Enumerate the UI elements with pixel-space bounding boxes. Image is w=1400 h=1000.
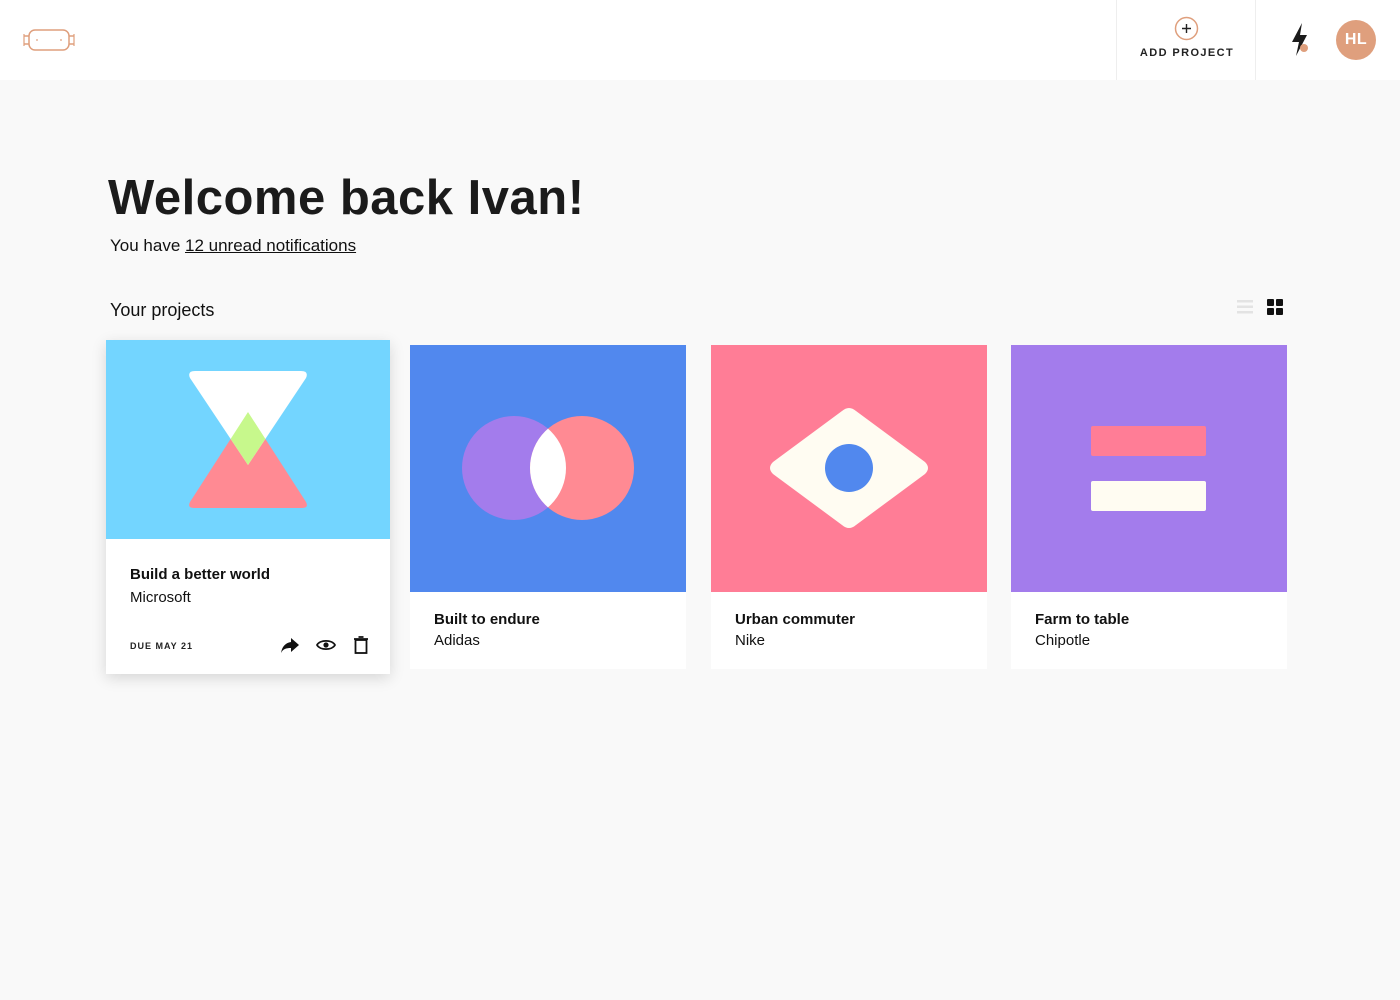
project-client: Chipotle bbox=[1035, 632, 1091, 649]
section-title: Your projects bbox=[110, 300, 215, 320]
unread-notifications-link[interactable]: 12 unread notifications bbox=[185, 236, 356, 255]
share-icon[interactable] bbox=[280, 636, 300, 654]
face-mask-logo[interactable] bbox=[22, 26, 76, 54]
project-card[interactable]: Built to endure Adidas bbox=[410, 345, 686, 669]
grid-view-icon[interactable] bbox=[1266, 298, 1284, 316]
project-artwork bbox=[410, 345, 686, 592]
equals-bars-artwork bbox=[1011, 345, 1287, 592]
add-project-button[interactable]: ADD PROJECT bbox=[1116, 0, 1256, 80]
project-client: Adidas bbox=[434, 632, 480, 649]
project-client: Nike bbox=[735, 632, 766, 649]
top-bar: ADD PROJECT HL bbox=[0, 0, 1400, 80]
user-avatar[interactable]: HL bbox=[1336, 20, 1376, 60]
trash-icon[interactable] bbox=[351, 636, 371, 654]
notification-summary: You have 12 unread notifications bbox=[110, 236, 356, 256]
eye-icon[interactable] bbox=[316, 636, 336, 654]
due-date: DUE MAY 21 bbox=[130, 641, 194, 651]
project-title: Urban commuter bbox=[735, 611, 856, 628]
project-card[interactable]: Build a better world Microsoft DUE MAY 2… bbox=[106, 340, 390, 674]
hourglass-artwork bbox=[106, 340, 390, 539]
project-title: Built to endure bbox=[434, 611, 540, 628]
lightning-bolt-icon[interactable] bbox=[1288, 22, 1312, 58]
add-project-label: ADD PROJECT bbox=[1139, 47, 1235, 59]
project-card[interactable]: Farm to table Chipotle bbox=[1011, 345, 1287, 669]
notification-prefix: You have bbox=[110, 236, 185, 255]
project-artwork bbox=[711, 345, 987, 592]
project-artwork bbox=[106, 340, 390, 539]
list-view-icon[interactable] bbox=[1236, 298, 1254, 316]
page-title: Welcome back Ivan! bbox=[108, 171, 585, 225]
plus-circle-icon bbox=[1174, 16, 1199, 41]
overlapping-circles-artwork bbox=[410, 345, 686, 592]
diamond-eye-artwork bbox=[711, 345, 987, 592]
project-client: Microsoft bbox=[130, 589, 191, 606]
project-title: Farm to table bbox=[1035, 611, 1130, 628]
project-artwork bbox=[1011, 345, 1287, 592]
project-title: Build a better world bbox=[130, 566, 271, 583]
project-card[interactable]: Urban commuter Nike bbox=[711, 345, 987, 669]
